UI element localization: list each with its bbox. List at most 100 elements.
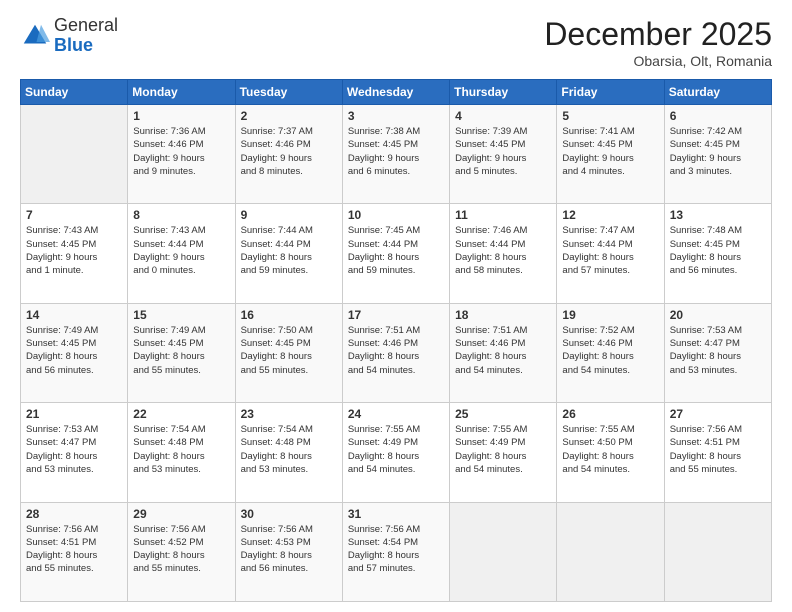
calendar-cell: 18Sunrise: 7:51 AMSunset: 4:46 PMDayligh… [450,303,557,402]
calendar-cell: 19Sunrise: 7:52 AMSunset: 4:46 PMDayligh… [557,303,664,402]
calendar-cell: 12Sunrise: 7:47 AMSunset: 4:44 PMDayligh… [557,204,664,303]
logo: General Blue [20,16,118,56]
day-number: 5 [562,109,658,123]
calendar-week-5: 28 Sunrise: 7:56 AMSunset: 4:51 PMDayligh… [21,502,772,601]
day-number: 14 [26,308,122,322]
day-info: Sunrise: 7:56 AMSunset: 4:51 PMDaylight:… [670,423,766,476]
calendar-cell: 30 Sunrise: 7:56 AMSunset: 4:53 PMDayligh… [235,502,342,601]
day-number: 10 [348,208,444,222]
header-saturday: Saturday [664,80,771,105]
calendar-cell: 4 Sunrise: 7:39 AMSunset: 4:45 PMDaylight… [450,105,557,204]
header-friday: Friday [557,80,664,105]
calendar-cell: 15Sunrise: 7:49 AMSunset: 4:45 PMDayligh… [128,303,235,402]
day-info: Sunrise: 7:54 AMSunset: 4:48 PMDaylight:… [133,423,229,476]
calendar-cell: 2 Sunrise: 7:37 AMSunset: 4:46 PMDaylight… [235,105,342,204]
weekday-header-row: Sunday Monday Tuesday Wednesday Thursday… [21,80,772,105]
day-number: 16 [241,308,337,322]
day-number: 2 [241,109,337,123]
day-info: Sunrise: 7:43 AMSunset: 4:45 PMDaylight:… [26,224,122,277]
calendar-cell: 14 Sunrise: 7:49 AMSunset: 4:45 PMDayligh… [21,303,128,402]
day-info: Sunrise: 7:37 AMSunset: 4:46 PMDaylight:… [241,125,337,178]
day-info: Sunrise: 7:53 AMSunset: 4:47 PMDaylight:… [26,423,122,476]
day-info: Sunrise: 7:53 AMSunset: 4:47 PMDaylight:… [670,324,766,377]
day-number: 20 [670,308,766,322]
calendar-cell: 13 Sunrise: 7:48 AMSunset: 4:45 PMDayligh… [664,204,771,303]
day-info: Sunrise: 7:44 AMSunset: 4:44 PMDaylight:… [241,224,337,277]
calendar-cell: 26 Sunrise: 7:55 AMSunset: 4:50 PMDayligh… [557,403,664,502]
day-number: 28 [26,507,122,521]
day-number: 27 [670,407,766,421]
day-info: Sunrise: 7:48 AMSunset: 4:45 PMDaylight:… [670,224,766,277]
calendar-cell: 7 Sunrise: 7:43 AMSunset: 4:45 PMDaylight… [21,204,128,303]
header-tuesday: Tuesday [235,80,342,105]
calendar-cell: 25 Sunrise: 7:55 AMSunset: 4:49 PMDayligh… [450,403,557,502]
day-info: Sunrise: 7:49 AMSunset: 4:45 PMDaylight:… [26,324,122,377]
calendar-cell: 20 Sunrise: 7:53 AMSunset: 4:47 PMDayligh… [664,303,771,402]
day-info: Sunrise: 7:55 AMSunset: 4:49 PMDaylight:… [455,423,551,476]
day-number: 3 [348,109,444,123]
calendar-cell [450,502,557,601]
day-info: Sunrise: 7:55 AMSunset: 4:50 PMDaylight:… [562,423,658,476]
calendar-cell: 23Sunrise: 7:54 AMSunset: 4:48 PMDayligh… [235,403,342,502]
calendar-week-1: 1 Sunrise: 7:36 AMSunset: 4:46 PMDaylight… [21,105,772,204]
logo-blue-text: Blue [54,35,93,55]
calendar-cell: 28 Sunrise: 7:56 AMSunset: 4:51 PMDayligh… [21,502,128,601]
page: General Blue December 2025 Obarsia, Olt,… [0,0,792,612]
month-year: December 2025 [544,16,772,53]
day-info: Sunrise: 7:42 AMSunset: 4:45 PMDaylight:… [670,125,766,178]
calendar-cell: 24Sunrise: 7:55 AMSunset: 4:49 PMDayligh… [342,403,449,502]
day-info: Sunrise: 7:49 AMSunset: 4:45 PMDaylight:… [133,324,229,377]
day-number: 31 [348,507,444,521]
day-info: Sunrise: 7:41 AMSunset: 4:45 PMDaylight:… [562,125,658,178]
day-number: 22 [133,407,229,421]
logo-general-text: General [54,15,118,35]
day-info: Sunrise: 7:56 AMSunset: 4:53 PMDaylight:… [241,523,337,576]
day-number: 4 [455,109,551,123]
calendar-cell: 1 Sunrise: 7:36 AMSunset: 4:46 PMDaylight… [128,105,235,204]
day-number: 24 [348,407,444,421]
day-number: 11 [455,208,551,222]
calendar-week-4: 21 Sunrise: 7:53 AMSunset: 4:47 PMDayligh… [21,403,772,502]
calendar-cell [21,105,128,204]
day-number: 6 [670,109,766,123]
calendar-cell: 8 Sunrise: 7:43 AMSunset: 4:44 PMDaylight… [128,204,235,303]
calendar-cell: 29 Sunrise: 7:56 AMSunset: 4:52 PMDayligh… [128,502,235,601]
calendar-cell [557,502,664,601]
calendar-cell: 11 Sunrise: 7:46 AMSunset: 4:44 PMDayligh… [450,204,557,303]
calendar: Sunday Monday Tuesday Wednesday Thursday… [20,79,772,602]
day-info: Sunrise: 7:46 AMSunset: 4:44 PMDaylight:… [455,224,551,277]
day-info: Sunrise: 7:56 AMSunset: 4:51 PMDaylight:… [26,523,122,576]
calendar-cell: 9 Sunrise: 7:44 AMSunset: 4:44 PMDaylight… [235,204,342,303]
day-info: Sunrise: 7:56 AMSunset: 4:54 PMDaylight:… [348,523,444,576]
day-info: Sunrise: 7:43 AMSunset: 4:44 PMDaylight:… [133,224,229,277]
day-number: 25 [455,407,551,421]
header-thursday: Thursday [450,80,557,105]
day-info: Sunrise: 7:56 AMSunset: 4:52 PMDaylight:… [133,523,229,576]
day-number: 29 [133,507,229,521]
calendar-cell [664,502,771,601]
day-number: 23 [241,407,337,421]
day-info: Sunrise: 7:36 AMSunset: 4:46 PMDaylight:… [133,125,229,178]
calendar-cell: 17Sunrise: 7:51 AMSunset: 4:46 PMDayligh… [342,303,449,402]
header: General Blue December 2025 Obarsia, Olt,… [20,16,772,69]
day-info: Sunrise: 7:51 AMSunset: 4:46 PMDaylight:… [348,324,444,377]
day-info: Sunrise: 7:50 AMSunset: 4:45 PMDaylight:… [241,324,337,377]
day-number: 1 [133,109,229,123]
day-number: 18 [455,308,551,322]
logo-icon [20,21,50,51]
day-number: 7 [26,208,122,222]
day-info: Sunrise: 7:52 AMSunset: 4:46 PMDaylight:… [562,324,658,377]
calendar-cell: 10Sunrise: 7:45 AMSunset: 4:44 PMDayligh… [342,204,449,303]
day-number: 8 [133,208,229,222]
day-number: 13 [670,208,766,222]
calendar-cell: 21 Sunrise: 7:53 AMSunset: 4:47 PMDayligh… [21,403,128,502]
day-number: 21 [26,407,122,421]
calendar-cell: 27 Sunrise: 7:56 AMSunset: 4:51 PMDayligh… [664,403,771,502]
day-number: 30 [241,507,337,521]
day-info: Sunrise: 7:39 AMSunset: 4:45 PMDaylight:… [455,125,551,178]
calendar-cell: 16 Sunrise: 7:50 AMSunset: 4:45 PMDayligh… [235,303,342,402]
location: Obarsia, Olt, Romania [544,53,772,69]
day-number: 26 [562,407,658,421]
title-block: December 2025 Obarsia, Olt, Romania [544,16,772,69]
day-number: 9 [241,208,337,222]
